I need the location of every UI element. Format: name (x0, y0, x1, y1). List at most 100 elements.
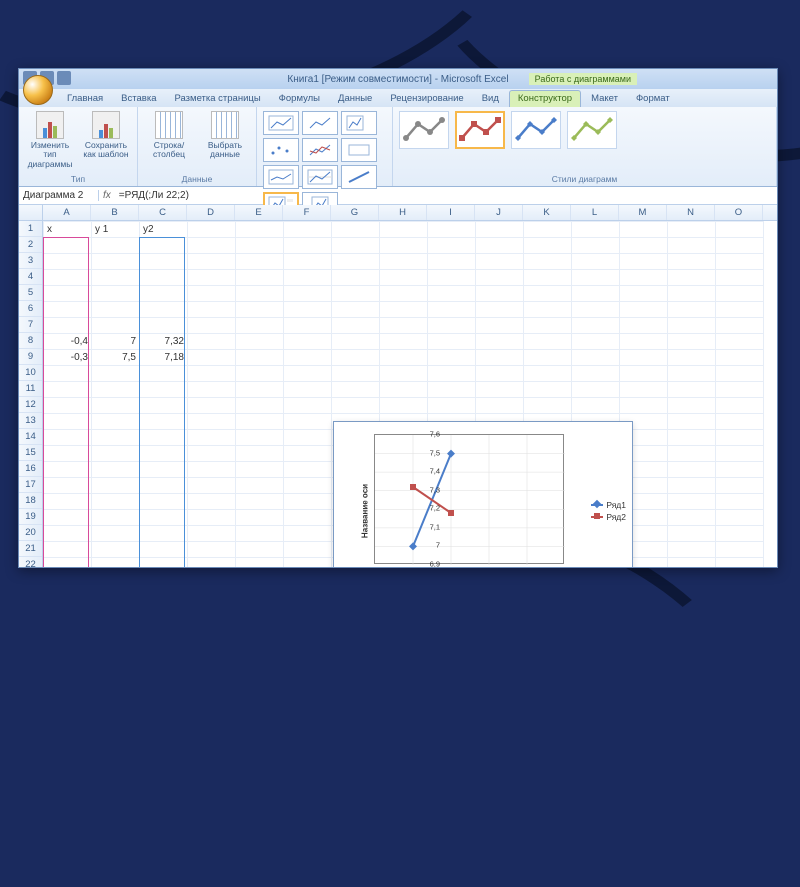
cell[interactable] (284, 542, 332, 558)
row-header[interactable]: 8 (19, 333, 42, 349)
cell[interactable] (668, 270, 716, 286)
cell[interactable] (428, 238, 476, 254)
cell[interactable] (716, 222, 764, 238)
cell[interactable] (236, 542, 284, 558)
cell[interactable]: 7 (92, 334, 140, 350)
cell[interactable] (572, 398, 620, 414)
cell[interactable] (668, 510, 716, 526)
fx-icon[interactable]: fx (99, 190, 115, 201)
cell[interactable] (620, 254, 668, 270)
cell[interactable] (620, 350, 668, 366)
cell[interactable] (188, 222, 236, 238)
cell[interactable] (572, 238, 620, 254)
cell[interactable]: 7,32 (140, 334, 188, 350)
row-header[interactable]: 20 (19, 525, 42, 541)
cell[interactable] (476, 270, 524, 286)
cell[interactable] (668, 286, 716, 302)
name-box[interactable]: Диаграмма 2 (19, 190, 99, 201)
cell[interactable] (572, 222, 620, 238)
cell[interactable] (716, 446, 764, 462)
cell[interactable] (524, 238, 572, 254)
cell[interactable] (284, 286, 332, 302)
cell[interactable] (524, 270, 572, 286)
cell[interactable] (92, 398, 140, 414)
row-header[interactable]: 21 (19, 541, 42, 557)
cell[interactable] (188, 334, 236, 350)
cell[interactable] (716, 270, 764, 286)
cell[interactable] (572, 286, 620, 302)
save-as-template-button[interactable]: Сохранить как шаблон (81, 111, 131, 160)
cell[interactable] (380, 366, 428, 382)
cell[interactable]: 7,5 (92, 350, 140, 366)
cell[interactable] (140, 430, 188, 446)
cell[interactable] (380, 302, 428, 318)
cell[interactable] (188, 526, 236, 542)
cell[interactable] (572, 366, 620, 382)
style-option-selected[interactable] (455, 111, 505, 149)
cell[interactable] (44, 254, 92, 270)
select-all-button[interactable] (19, 205, 43, 220)
cell[interactable] (332, 286, 380, 302)
cell[interactable] (44, 478, 92, 494)
row-header[interactable]: 19 (19, 509, 42, 525)
cell[interactable] (668, 350, 716, 366)
cell[interactable] (332, 254, 380, 270)
cell[interactable] (716, 334, 764, 350)
cell[interactable] (236, 350, 284, 366)
cell[interactable] (668, 318, 716, 334)
cell[interactable] (284, 510, 332, 526)
cell[interactable] (332, 270, 380, 286)
tab-layout[interactable]: Макет (583, 91, 626, 107)
cell[interactable] (92, 270, 140, 286)
cell[interactable] (332, 334, 380, 350)
cell[interactable] (524, 222, 572, 238)
cell[interactable] (188, 350, 236, 366)
cell[interactable] (380, 270, 428, 286)
cell[interactable] (188, 446, 236, 462)
cell[interactable] (284, 526, 332, 542)
cell[interactable] (284, 318, 332, 334)
layout-option[interactable] (341, 165, 377, 189)
row-header[interactable]: 22 (19, 557, 42, 567)
cell[interactable] (620, 382, 668, 398)
cell[interactable] (284, 254, 332, 270)
cell[interactable] (380, 350, 428, 366)
cell[interactable]: y2 (140, 222, 188, 238)
row-header[interactable]: 16 (19, 461, 42, 477)
cell[interactable] (188, 430, 236, 446)
cell[interactable] (620, 286, 668, 302)
cell[interactable] (92, 318, 140, 334)
cell[interactable] (476, 382, 524, 398)
cell[interactable]: -0,3 (44, 350, 92, 366)
style-option[interactable] (399, 111, 449, 149)
cell[interactable] (236, 334, 284, 350)
row-header[interactable]: 13 (19, 413, 42, 429)
cell[interactable] (44, 558, 92, 568)
cell[interactable] (668, 478, 716, 494)
cell[interactable] (668, 238, 716, 254)
cell[interactable] (284, 270, 332, 286)
cell[interactable] (44, 462, 92, 478)
cell[interactable] (92, 238, 140, 254)
cell[interactable] (236, 430, 284, 446)
cell[interactable] (284, 430, 332, 446)
layout-option[interactable] (341, 138, 377, 162)
cell[interactable] (188, 494, 236, 510)
row-header[interactable]: 1 (19, 221, 42, 237)
cell[interactable] (140, 558, 188, 568)
cell[interactable] (188, 286, 236, 302)
cell[interactable] (716, 382, 764, 398)
cell[interactable] (92, 446, 140, 462)
cell[interactable] (284, 494, 332, 510)
cell[interactable] (668, 414, 716, 430)
cell[interactable] (236, 478, 284, 494)
cell[interactable] (44, 494, 92, 510)
cell[interactable] (188, 382, 236, 398)
cell[interactable]: 7,18 (140, 350, 188, 366)
cell[interactable] (668, 558, 716, 568)
cell[interactable] (284, 302, 332, 318)
layout-option[interactable] (341, 111, 377, 135)
cell[interactable] (524, 334, 572, 350)
column-header[interactable]: E (235, 205, 283, 220)
cell[interactable] (524, 286, 572, 302)
